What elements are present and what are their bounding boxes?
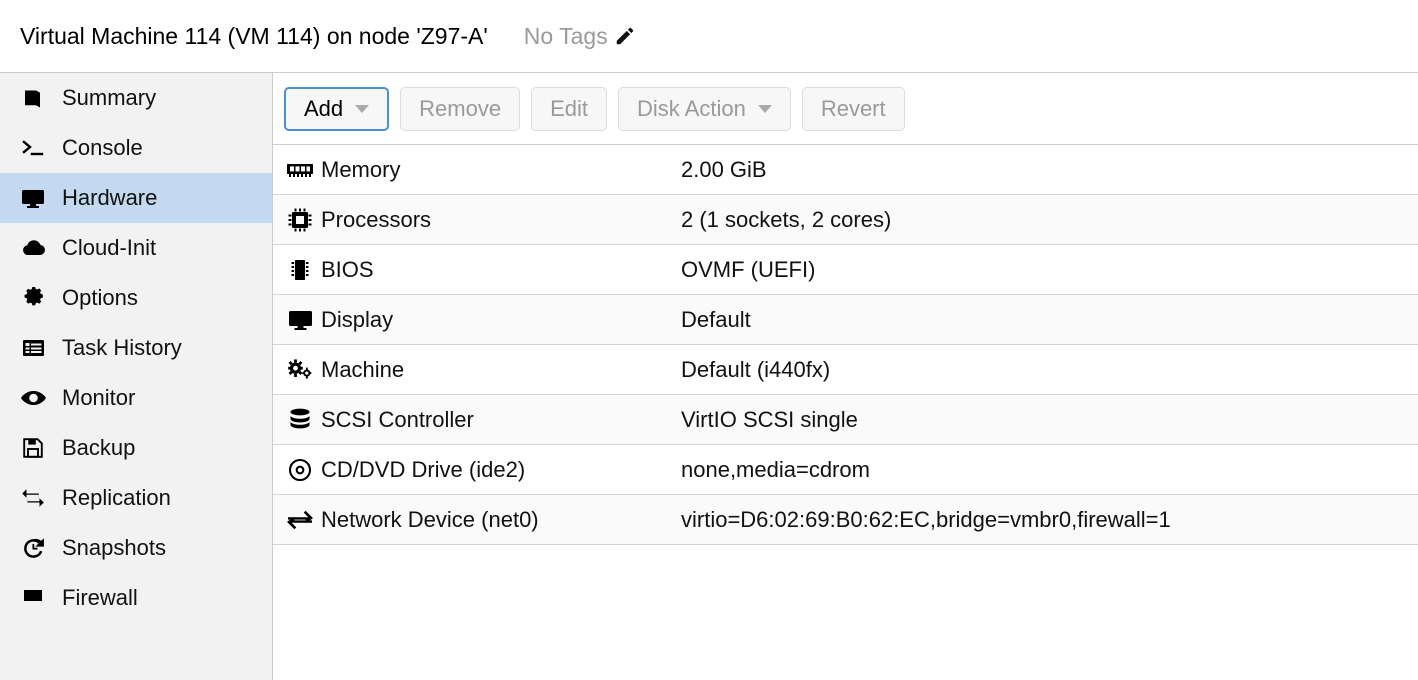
sidebar-item-replication[interactable]: Replication (0, 473, 272, 523)
table-row[interactable]: Machine Default (i440fx) (273, 345, 1418, 395)
row-name: Display (321, 306, 394, 332)
sidebar-item-hardware[interactable]: Hardware (0, 173, 272, 223)
hardware-table: Memory 2.00 GiB Processors 2 (1 sockets,… (273, 145, 1418, 545)
row-value: OVMF (UEFI) (681, 256, 816, 282)
content-panel: Add Remove Edit Disk Action Revert Memor… (273, 73, 1418, 680)
sidebar-item-label: Summary (62, 85, 157, 110)
table-row[interactable]: Network Device (net0) virtio=D6:02:69:B0… (273, 495, 1418, 545)
bios-chip-icon (273, 257, 321, 283)
row-name: BIOS (321, 256, 374, 282)
edit-button[interactable]: Edit (531, 86, 607, 131)
gear-icon (18, 286, 48, 311)
hardware-toolbar: Add Remove Edit Disk Action Revert (273, 73, 1418, 145)
tags-control[interactable]: No Tags (524, 23, 636, 50)
add-button-label: Add (304, 95, 344, 121)
table-empty-area (273, 545, 1418, 680)
page-body: Summary Console Hardware Cloud-Init Opti… (0, 73, 1418, 680)
table-row[interactable]: BIOS OVMF (UEFI) (273, 245, 1418, 295)
row-name: CD/DVD Drive (ide2) (321, 456, 526, 482)
sidebar-item-label: Backup (62, 435, 136, 460)
history-icon (18, 536, 48, 561)
table-row[interactable]: CD/DVD Drive (ide2) none,media=cdrom (273, 445, 1418, 495)
database-icon (273, 407, 321, 433)
chevron-down-icon (757, 104, 772, 113)
shield-icon (18, 586, 48, 610)
page-header: Virtual Machine 114 (VM 114) on node 'Z9… (0, 0, 1418, 73)
page-title: Virtual Machine 114 (VM 114) on node 'Z9… (20, 22, 488, 49)
sidebar-item-snapshots[interactable]: Snapshots (0, 523, 272, 573)
table-row[interactable]: Display Default (273, 295, 1418, 345)
revert-button-label: Revert (820, 95, 886, 121)
pencil-icon[interactable] (614, 25, 636, 47)
row-name: Memory (321, 156, 401, 182)
remove-button[interactable]: Remove (400, 86, 521, 131)
row-name: SCSI Controller (321, 406, 474, 432)
row-value: VirtIO SCSI single (681, 406, 858, 432)
remove-button-label: Remove (419, 95, 502, 121)
sidebar-item-cloud-init[interactable]: Cloud-Init (0, 223, 272, 273)
book-icon (18, 86, 48, 110)
memory-icon (273, 160, 321, 180)
row-value: Default (i440fx) (681, 356, 831, 382)
floppy-disk-icon (18, 436, 48, 460)
row-name: Network Device (net0) (321, 506, 539, 532)
edit-button-label: Edit (550, 95, 588, 121)
sidebar-item-label: Firewall (62, 585, 138, 610)
repeat-icon (18, 486, 48, 510)
sidebar-item-backup[interactable]: Backup (0, 423, 272, 473)
revert-button[interactable]: Revert (801, 86, 905, 131)
display-icon (18, 186, 48, 210)
eye-icon (18, 388, 48, 408)
row-name: Processors (321, 206, 432, 232)
disk-action-button-label: Disk Action (637, 95, 746, 121)
row-name: Machine (321, 356, 405, 382)
display-icon (273, 308, 321, 332)
table-row[interactable]: Processors 2 (1 sockets, 2 cores) (273, 195, 1418, 245)
sidebar: Summary Console Hardware Cloud-Init Opti… (0, 73, 273, 680)
list-icon (18, 337, 48, 359)
row-value: virtio=D6:02:69:B0:62:EC,bridge=vmbr0,fi… (681, 506, 1171, 532)
sidebar-item-task-history[interactable]: Task History (0, 323, 272, 373)
add-button[interactable]: Add (284, 86, 390, 131)
sidebar-item-label: Hardware (62, 185, 158, 210)
sidebar-item-label: Options (62, 285, 138, 310)
tags-label: No Tags (523, 22, 608, 49)
sidebar-item-label: Monitor (62, 385, 136, 410)
sidebar-item-label: Cloud-Init (62, 235, 157, 260)
sidebar-item-label: Task History (62, 335, 182, 360)
terminal-icon (18, 136, 48, 160)
sidebar-item-monitor[interactable]: Monitor (0, 373, 272, 423)
table-row[interactable]: SCSI Controller VirtIO SCSI single (273, 395, 1418, 445)
sidebar-item-label: Console (62, 135, 143, 160)
sidebar-item-firewall[interactable]: Firewall (0, 573, 272, 623)
table-row[interactable]: Memory 2.00 GiB (273, 145, 1418, 195)
row-value: 2.00 GiB (681, 156, 767, 182)
cloud-icon (18, 237, 48, 259)
cpu-icon (273, 207, 321, 233)
row-value: none,media=cdrom (681, 456, 870, 482)
exchange-icon (273, 509, 321, 531)
sidebar-item-console[interactable]: Console (0, 123, 272, 173)
chevron-down-icon (355, 104, 370, 113)
sidebar-item-options[interactable]: Options (0, 273, 272, 323)
sidebar-item-summary[interactable]: Summary (0, 73, 272, 123)
sidebar-item-label: Snapshots (62, 535, 166, 560)
row-value: Default (681, 306, 751, 332)
gears-icon (273, 357, 321, 383)
row-value: 2 (1 sockets, 2 cores) (681, 206, 892, 232)
sidebar-item-label: Replication (62, 485, 171, 510)
disc-icon (273, 457, 321, 483)
disk-action-button[interactable]: Disk Action (618, 86, 791, 131)
